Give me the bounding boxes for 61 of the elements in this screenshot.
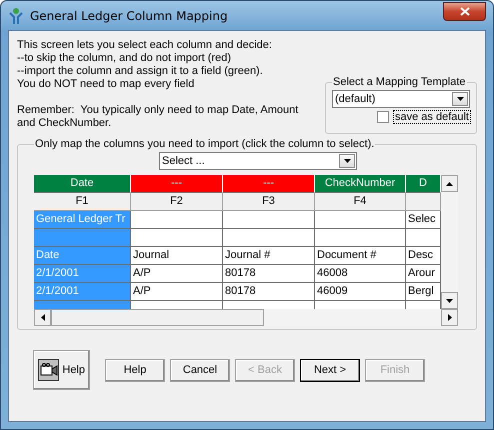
vertical-scrollbar[interactable]	[441, 175, 458, 309]
left-arrow-icon	[40, 314, 44, 321]
caret-icon	[456, 97, 464, 101]
horizontal-scrollbar[interactable]	[34, 309, 458, 326]
help-button[interactable]: Help	[33, 350, 90, 390]
column-header[interactable]: F2	[131, 193, 223, 211]
table-cell: A/P	[131, 265, 223, 283]
table-cell: Journal	[131, 247, 223, 265]
table-cell: Date	[34, 247, 131, 265]
mapping-header[interactable]: D	[406, 175, 441, 193]
table-cell: Document #	[315, 247, 406, 265]
table-cell: General Ledger Tr	[34, 211, 131, 229]
dialog-button[interactable]: Cancel	[170, 358, 230, 382]
column-header[interactable]: F1	[34, 193, 131, 211]
down-arrow-icon	[446, 298, 453, 302]
table-cell: 46009	[315, 283, 406, 301]
table-cell: 2/1/2001	[34, 283, 131, 301]
table-cell: A/P	[131, 283, 223, 301]
scroll-up-button[interactable]	[441, 175, 458, 192]
table-cell: Selec	[406, 211, 441, 229]
template-dropdown[interactable]: (default)	[332, 90, 470, 108]
table-cell: 80178	[223, 283, 315, 301]
checkbox[interactable]	[377, 111, 389, 123]
instruction-text: You do NOT need to map every field	[17, 78, 196, 91]
table-cell: 46008	[315, 265, 406, 283]
table-cell: Journal #	[223, 247, 315, 265]
scroll-thumb[interactable]	[51, 309, 264, 326]
scroll-left-button[interactable]	[34, 309, 51, 326]
table-cell: Arour	[406, 265, 441, 283]
instruction-text: --import the column and assign it to a field (green).	[17, 65, 264, 78]
column-header[interactable]: F3	[223, 193, 315, 211]
dialog-button[interactable]: Help	[105, 358, 165, 382]
group-label: Only map the columns you need to import (click the column to select).	[34, 138, 376, 150]
column-header[interactable]: F4	[315, 193, 406, 211]
mapping-header[interactable]: Date	[34, 175, 131, 193]
dropdown-button[interactable]	[339, 154, 355, 168]
close-icon	[460, 7, 470, 16]
window-title: General Ledger Column Mapping	[30, 8, 229, 22]
reminder-text: Remember: You typically only need to map Date, Amount and CheckNumber.	[17, 104, 300, 130]
group-label: Select a Mapping Template	[332, 76, 466, 88]
table-cell: Desc	[406, 247, 441, 265]
mapping-header[interactable]: ---	[131, 175, 223, 193]
field-dropdown[interactable]: Select ...	[159, 152, 357, 170]
instruction-text: This screen lets you select each column and decide:	[17, 39, 273, 52]
table-cell: 80178	[223, 265, 315, 283]
mapping-header[interactable]: CheckNumber	[315, 175, 406, 193]
checkbox-label[interactable]: save as default	[394, 111, 470, 123]
mapping-header[interactable]: ---	[223, 175, 315, 193]
table-cell: 2/1/2001	[34, 265, 131, 283]
app-icon	[8, 6, 24, 24]
up-arrow-icon	[446, 182, 453, 186]
scroll-down-button[interactable]	[441, 292, 458, 309]
scroll-right-button[interactable]	[441, 309, 458, 326]
dropdown-button[interactable]	[452, 92, 468, 106]
camera-icon	[40, 363, 58, 377]
close-button[interactable]	[443, 2, 486, 21]
instruction-text: --to skip the column, and do not import (red)	[17, 52, 232, 65]
dialog-button[interactable]: Next >	[300, 358, 360, 382]
right-arrow-icon	[448, 314, 452, 321]
caret-icon	[344, 159, 350, 163]
table-cell: Bergl	[406, 283, 441, 301]
